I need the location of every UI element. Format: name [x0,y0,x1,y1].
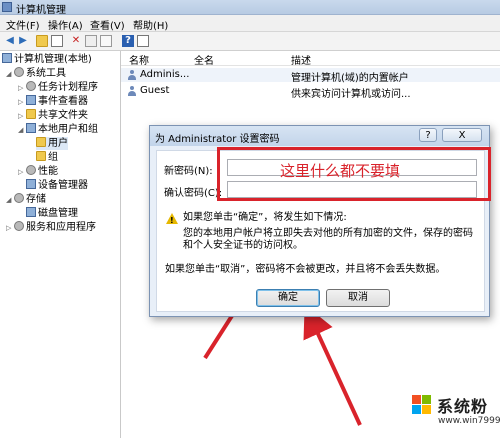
cancel-note: 如果您单击“取消”，密码将不会被更改，并且将不会丢失数据。 [165,264,446,275]
watermark-name: 系统粉 [437,397,489,416]
annotation-text: 这里什么都不要填 [280,162,401,180]
warning-text: 如果您单击“确定”，将发生如下情况: [183,212,347,223]
cancel-button[interactable]: 取消 [326,289,390,307]
ok-button[interactable]: 确定 [256,289,320,307]
help-button[interactable]: ? [419,128,437,142]
logo-green [422,395,431,404]
logo-blue [412,405,421,414]
warning-detail-2: 和个人安全证书的访问权。 [183,240,303,251]
warning-detail-1: 您的本地用户帐户将立即失去对他的所有加密的文件，保存的密码 [183,228,473,239]
dialog-titlebar: 为 Administrator 设置密码 ? X [150,126,489,146]
warning-mark: ! [170,216,174,225]
logo-red [412,395,421,404]
watermark-url: www.win7999.com [438,416,500,426]
new-password-label: 新密码(N): [164,166,213,177]
confirm-password-label: 确认密码(C): [164,188,223,199]
windows-logo-icon [412,395,432,415]
logo-yellow [422,405,431,414]
dialog-title: 为 Administrator 设置密码 [155,134,280,145]
close-button[interactable]: X [442,128,482,142]
arrow-to-ok-button [303,304,362,426]
